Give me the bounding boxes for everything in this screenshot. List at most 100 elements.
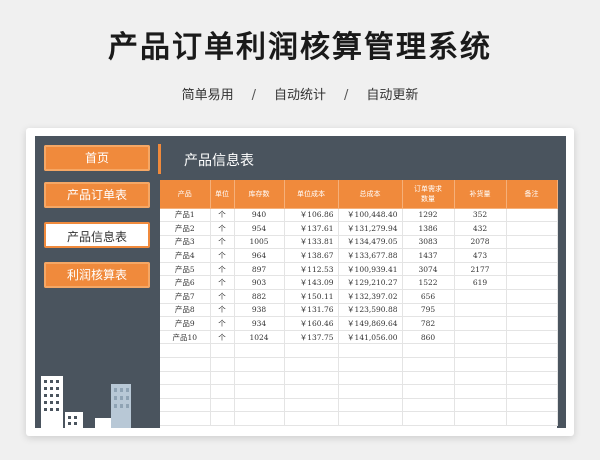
table-cell[interactable]	[506, 248, 558, 263]
table-cell[interactable]: 934	[234, 316, 285, 331]
table-cell[interactable]: 473	[454, 248, 507, 263]
table-cell[interactable]	[402, 357, 455, 372]
table-cell[interactable]	[454, 316, 507, 331]
table-cell[interactable]	[210, 343, 235, 359]
table-cell[interactable]	[506, 303, 558, 318]
table-cell[interactable]	[210, 411, 235, 426]
table-cell[interactable]	[506, 208, 558, 223]
table-cell[interactable]	[234, 411, 285, 426]
table-cell[interactable]	[402, 411, 455, 426]
table-cell[interactable]	[210, 384, 235, 399]
table-cell[interactable]	[454, 303, 507, 318]
table-cell[interactable]: 795	[402, 303, 455, 318]
table-cell[interactable]: 个	[210, 235, 235, 250]
table-cell[interactable]: 产品5	[160, 262, 211, 277]
nav-product-info-button[interactable]: 产品信息表	[44, 222, 150, 248]
table-cell[interactable]	[506, 357, 558, 372]
table-cell[interactable]: 产品6	[160, 275, 211, 291]
table-cell[interactable]: ￥134,479.05	[338, 235, 403, 250]
table-cell[interactable]	[284, 357, 339, 372]
table-cell[interactable]	[210, 371, 235, 386]
table-cell[interactable]	[160, 343, 211, 359]
table-cell[interactable]	[284, 411, 339, 426]
table-cell[interactable]: 个	[210, 208, 235, 223]
table-cell[interactable]: 882	[234, 289, 285, 304]
table-cell[interactable]	[160, 357, 211, 372]
table-cell[interactable]	[160, 398, 211, 413]
table-cell[interactable]: ￥143.09	[284, 275, 339, 291]
table-cell[interactable]	[234, 343, 285, 359]
table-cell[interactable]: 3083	[402, 235, 455, 250]
table-cell[interactable]: 940	[234, 208, 285, 223]
table-cell[interactable]: 1292	[402, 208, 455, 223]
table-cell[interactable]: 860	[402, 330, 455, 345]
table-cell[interactable]	[506, 398, 558, 413]
table-cell[interactable]: 897	[234, 262, 285, 277]
table-cell[interactable]	[454, 330, 507, 345]
table-cell[interactable]: 432	[454, 221, 507, 236]
table-cell[interactable]: 个	[210, 330, 235, 345]
table-cell[interactable]	[454, 384, 507, 399]
table-cell[interactable]	[506, 330, 558, 345]
table-cell[interactable]: 1005	[234, 235, 285, 250]
table-cell[interactable]	[454, 398, 507, 413]
table-cell[interactable]: 个	[210, 262, 235, 277]
table-cell[interactable]: ￥132,397.02	[338, 289, 403, 304]
table-cell[interactable]	[234, 371, 285, 386]
table-cell[interactable]	[506, 275, 558, 291]
table-cell[interactable]: 656	[402, 289, 455, 304]
table-cell[interactable]: 2078	[454, 235, 507, 250]
table-cell[interactable]: ￥112.53	[284, 262, 339, 277]
table-cell[interactable]: 3074	[402, 262, 455, 277]
table-cell[interactable]: 个	[210, 275, 235, 291]
table-cell[interactable]: 产品7	[160, 289, 211, 304]
table-cell[interactable]: ￥129,210.27	[338, 275, 403, 291]
table-cell[interactable]: ￥100,448.40	[338, 208, 403, 223]
table-cell[interactable]	[338, 411, 403, 426]
table-cell[interactable]: 1437	[402, 248, 455, 263]
table-cell[interactable]: 903	[234, 275, 285, 291]
table-cell[interactable]	[454, 343, 507, 359]
table-cell[interactable]	[506, 262, 558, 277]
table-cell[interactable]	[284, 384, 339, 399]
table-cell[interactable]: ￥160.46	[284, 316, 339, 331]
table-cell[interactable]: 954	[234, 221, 285, 236]
table-cell[interactable]	[506, 371, 558, 386]
table-cell[interactable]	[506, 235, 558, 250]
table-cell[interactable]: 964	[234, 248, 285, 263]
table-cell[interactable]	[160, 411, 211, 426]
table-cell[interactable]: ￥150.11	[284, 289, 339, 304]
nav-product-orders-button[interactable]: 产品订单表	[44, 182, 150, 208]
table-cell[interactable]	[506, 316, 558, 331]
table-cell[interactable]: 产品4	[160, 248, 211, 263]
table-cell[interactable]: 938	[234, 303, 285, 318]
table-cell[interactable]	[234, 398, 285, 413]
table-cell[interactable]: 1024	[234, 330, 285, 345]
table-cell[interactable]	[210, 398, 235, 413]
table-cell[interactable]	[402, 398, 455, 413]
table-cell[interactable]: ￥149,869.64	[338, 316, 403, 331]
table-cell[interactable]: 产品8	[160, 303, 211, 318]
table-cell[interactable]	[234, 384, 285, 399]
table-cell[interactable]	[506, 411, 558, 426]
table-cell[interactable]: 产品3	[160, 235, 211, 250]
table-cell[interactable]	[338, 343, 403, 359]
nav-home-button[interactable]: 首页	[44, 145, 150, 171]
table-cell[interactable]: ￥123,590.88	[338, 303, 403, 318]
table-cell[interactable]	[284, 371, 339, 386]
table-cell[interactable]: ￥138.67	[284, 248, 339, 263]
table-cell[interactable]: 个	[210, 221, 235, 236]
table-cell[interactable]: 1522	[402, 275, 455, 291]
table-cell[interactable]	[454, 289, 507, 304]
table-cell[interactable]	[210, 357, 235, 372]
table-cell[interactable]: 产品1	[160, 208, 211, 223]
table-cell[interactable]: 个	[210, 303, 235, 318]
nav-profit-calc-button[interactable]: 利润核算表	[44, 262, 150, 288]
table-cell[interactable]: 产品10	[160, 330, 211, 345]
table-cell[interactable]: ￥100,939.41	[338, 262, 403, 277]
table-cell[interactable]: ￥131.76	[284, 303, 339, 318]
table-cell[interactable]	[506, 384, 558, 399]
table-cell[interactable]	[402, 371, 455, 386]
table-cell[interactable]: ￥133.81	[284, 235, 339, 250]
table-cell[interactable]	[402, 384, 455, 399]
